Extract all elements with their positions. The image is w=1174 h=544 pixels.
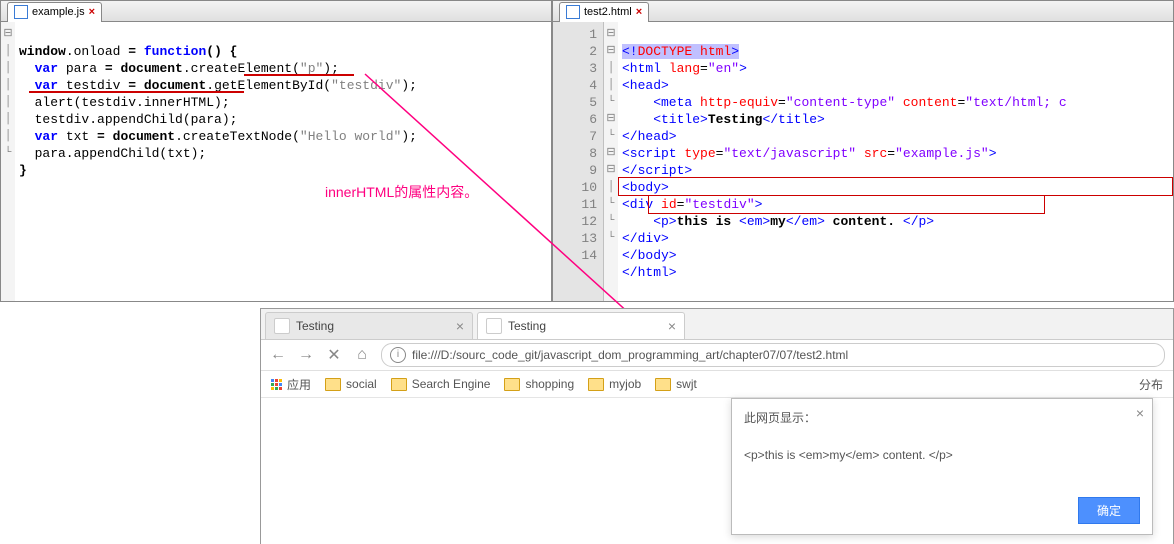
stop-button[interactable]: ✕ <box>325 345 343 365</box>
annotation-underline <box>29 91 244 93</box>
code-left[interactable]: window.onload = function() { var para = … <box>15 22 551 301</box>
close-icon[interactable]: × <box>636 6 642 18</box>
favicon <box>486 318 502 334</box>
alert-dialog: 此网页显示： × <p>this is <em>my</em> content.… <box>731 398 1153 535</box>
url-text: file:///D:/sourc_code_git/javascript_dom… <box>412 348 848 362</box>
folder-icon <box>588 378 604 391</box>
close-icon[interactable]: × <box>1136 405 1144 421</box>
file-icon <box>566 5 580 19</box>
browser-toolbar: ← → ✕ ⌂ i file:///D:/sourc_code_git/java… <box>261 340 1173 371</box>
tab-label: example.js <box>32 6 85 18</box>
ok-button[interactable]: 确定 <box>1078 497 1140 524</box>
annotation-box-line10 <box>618 177 1173 196</box>
tab-example-js[interactable]: example.js × <box>7 2 102 22</box>
bookmark-swjt[interactable]: swjt <box>655 377 697 391</box>
info-icon[interactable]: i <box>390 347 406 363</box>
bookmark-search-engine[interactable]: Search Engine <box>391 377 491 391</box>
alert-header: 此网页显示： × <box>732 399 1152 436</box>
apps-button[interactable]: 应用 <box>271 376 311 393</box>
favicon <box>274 318 290 334</box>
close-icon[interactable]: × <box>89 6 95 18</box>
fold-column: ⊟││││││└ <box>1 22 15 301</box>
close-icon[interactable]: × <box>456 318 464 334</box>
tab-bar-right: test2.html × <box>553 1 1173 22</box>
browser-tabstrip: Testing × Testing × <box>261 309 1173 340</box>
code-right[interactable]: <!DOCTYPE html> <html lang="en"> <head> … <box>618 22 1173 301</box>
browser-tab-1[interactable]: Testing × <box>265 312 473 339</box>
browser-window: Testing × Testing × ← → ✕ ⌂ i file:///D:… <box>260 308 1174 544</box>
annotation-underline-2 <box>244 74 354 76</box>
tab-title: Testing <box>508 319 662 333</box>
editor-pane-right: test2.html × 1 2 3 4 5 6 7 8 9 10 11 1 <box>552 0 1174 302</box>
annotation-box-line11 <box>648 195 1045 214</box>
folder-icon <box>391 378 407 391</box>
tab-title: Testing <box>296 319 450 333</box>
tab-label: test2.html <box>584 6 632 18</box>
browser-viewport: 此网页显示： × <p>this is <em>my</em> content.… <box>261 398 1173 544</box>
overflow-label[interactable]: 分布 <box>1139 376 1163 393</box>
forward-button[interactable]: → <box>297 346 315 364</box>
alert-message: <p>this is <em>my</em> content. </p> <box>732 436 1152 474</box>
annotation-text: innerHTML的属性内容。 <box>325 184 478 201</box>
close-icon[interactable]: × <box>668 318 676 334</box>
folder-icon <box>504 378 520 391</box>
tab-test2-html[interactable]: test2.html × <box>559 2 649 22</box>
back-button[interactable]: ← <box>269 346 287 364</box>
folder-icon <box>325 378 341 391</box>
bookmarks-bar: 应用 social Search Engine shopping myjob s… <box>261 371 1173 398</box>
file-icon <box>14 5 28 19</box>
address-bar[interactable]: i file:///D:/sourc_code_git/javascript_d… <box>381 343 1165 367</box>
tab-bar-left: example.js × <box>1 1 551 22</box>
bookmark-shopping[interactable]: shopping <box>504 377 574 391</box>
apps-icon <box>271 379 282 390</box>
editor-pane-left: example.js × ⊟││││││└ window.onload = fu… <box>0 0 552 302</box>
line-number-gutter: 1 2 3 4 5 6 7 8 9 10 11 12 13 14 <box>553 22 604 301</box>
bookmark-myjob[interactable]: myjob <box>588 377 641 391</box>
home-button[interactable]: ⌂ <box>353 346 371 364</box>
fold-column: ⊟⊟││└⊟└⊟⊟│└└└ <box>604 22 618 301</box>
bookmark-social[interactable]: social <box>325 377 377 391</box>
browser-tab-2[interactable]: Testing × <box>477 312 685 339</box>
folder-icon <box>655 378 671 391</box>
